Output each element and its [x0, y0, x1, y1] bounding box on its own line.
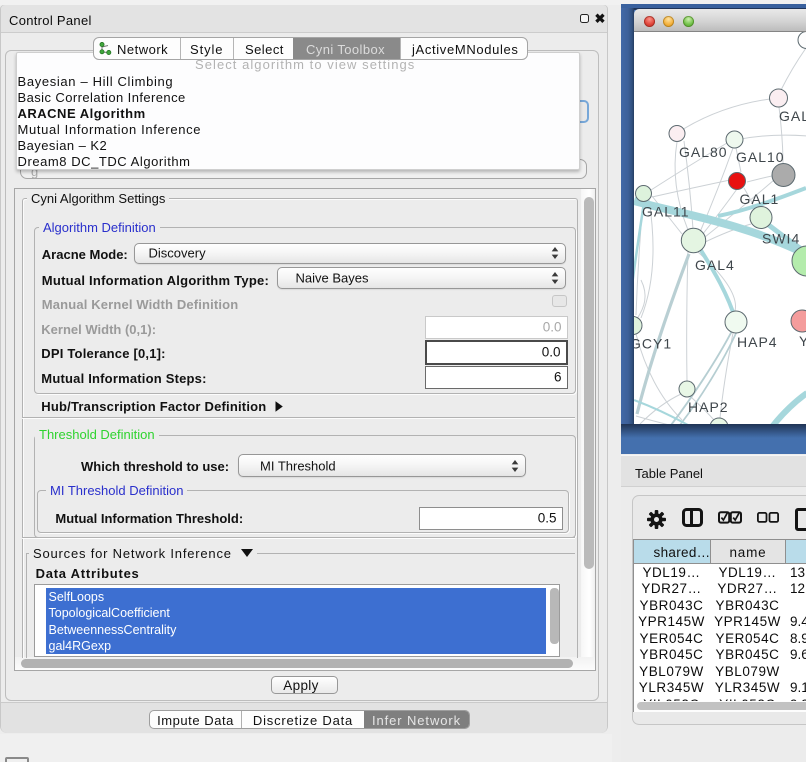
- svg-text:GAL1: GAL1: [740, 191, 780, 207]
- svg-text:SWI4: SWI4: [762, 231, 800, 247]
- svg-text:HAP2: HAP2: [688, 399, 729, 415]
- svg-text:Y: Y: [799, 333, 806, 349]
- svg-text:GAL10: GAL10: [736, 149, 785, 165]
- svg-text:GAL4: GAL4: [695, 257, 735, 273]
- svg-text:GCY1: GCY1: [634, 336, 672, 352]
- svg-text:GAL80: GAL80: [679, 144, 728, 160]
- svg-text:GAL2: GAL2: [779, 108, 806, 124]
- svg-text:HAP4: HAP4: [737, 334, 778, 350]
- svg-text:GAL11: GAL11: [642, 204, 690, 220]
